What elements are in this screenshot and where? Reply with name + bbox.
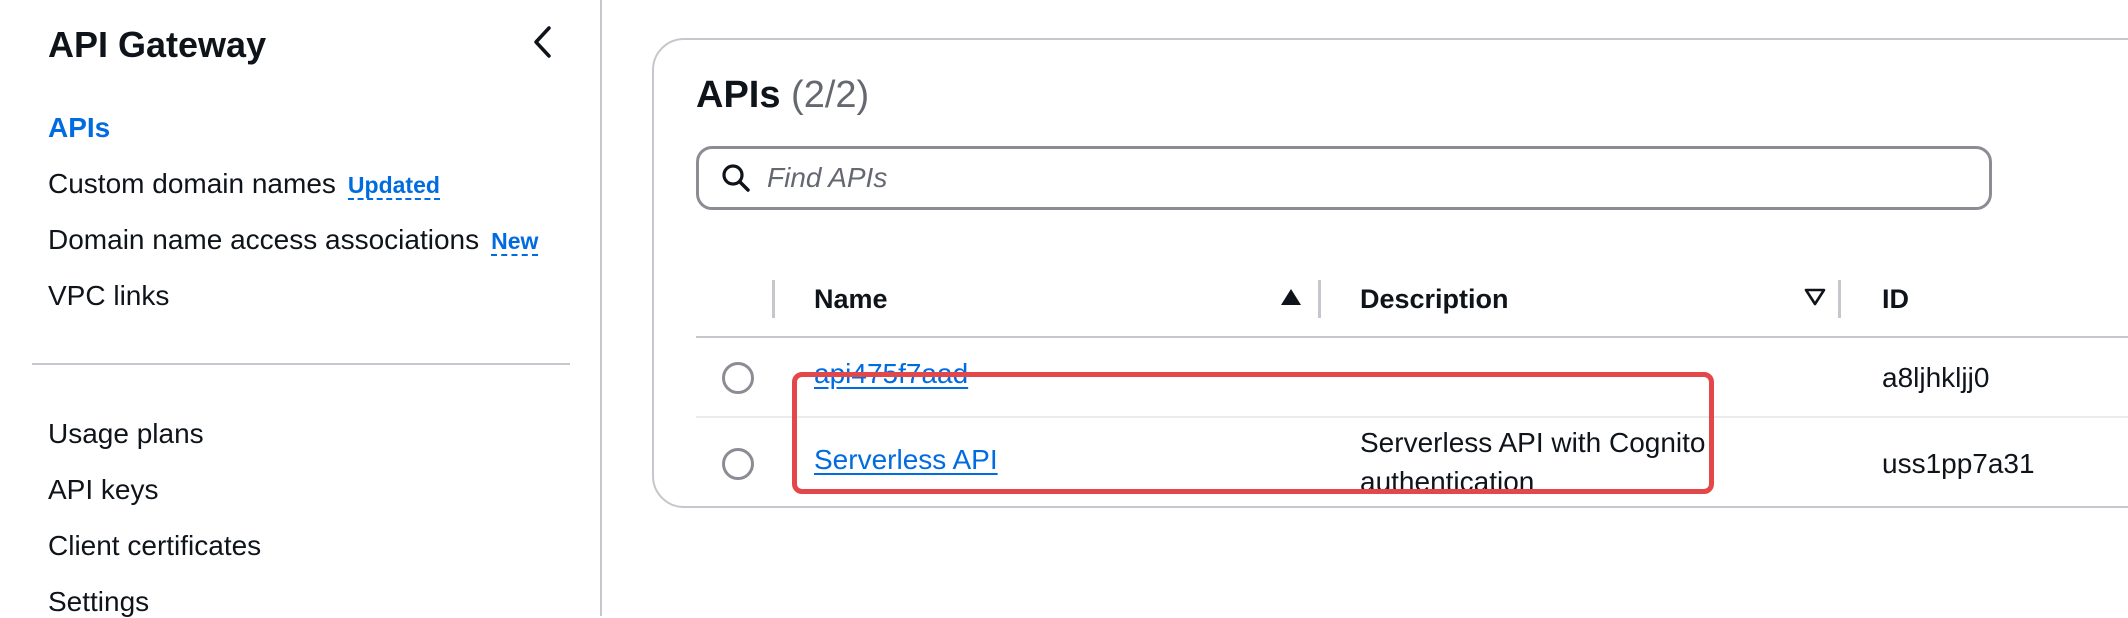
column-resizer-description[interactable] <box>1838 280 1841 318</box>
sort-ascending-icon[interactable] <box>1280 288 1302 306</box>
updated-badge[interactable]: Updated <box>347 172 440 200</box>
sidebar-item-label: Client certificates <box>48 530 262 561</box>
api-id: uss1pp7a31 <box>1882 448 2035 479</box>
column-resizer-name[interactable] <box>1318 280 1321 318</box>
table-row[interactable]: Serverless API Serverless API with Cogni… <box>696 418 2128 508</box>
sidebar: API Gateway APIs Custom domain names Upda… <box>0 0 602 618</box>
api-description: Serverless API with Cognito authenticati… <box>1360 427 1706 497</box>
row-select-radio[interactable] <box>722 448 754 480</box>
sidebar-item-vpc-links[interactable]: VPC links <box>48 280 169 312</box>
sidebar-item-label: API keys <box>48 474 159 505</box>
sidebar-item-label: APIs <box>48 112 111 143</box>
api-id: a8ljhkljj0 <box>1882 362 1990 393</box>
sidebar-item-settings[interactable]: Settings <box>48 586 149 618</box>
collapse-sidebar-button[interactable] <box>524 24 560 60</box>
sidebar-item-api-keys[interactable]: API keys <box>48 474 158 506</box>
sidebar-item-usage-plans[interactable]: Usage plans <box>48 418 204 450</box>
table-header: Name Description ID <box>696 230 2128 338</box>
new-badge[interactable]: New <box>491 228 539 256</box>
search-input[interactable] <box>767 162 1947 194</box>
apis-panel: APIs (2/2) Name Description ID api475f7a… <box>652 38 2128 508</box>
column-header-description[interactable]: Description <box>1360 284 1509 315</box>
sidebar-divider <box>32 363 570 365</box>
column-header-name[interactable]: Name <box>814 284 888 315</box>
search-icon <box>722 164 750 192</box>
column-separator <box>772 280 775 318</box>
api-name-link[interactable]: api475f7aad <box>814 358 968 390</box>
sidebar-item-label: VPC links <box>48 280 170 311</box>
sidebar-item-custom-domain-names[interactable]: Custom domain names Updated <box>48 168 440 200</box>
sidebar-item-client-certificates[interactable]: Client certificates <box>48 530 261 562</box>
column-header-id[interactable]: ID <box>1882 284 1909 315</box>
sidebar-item-domain-name-access-associations[interactable]: Domain name access associations New <box>48 224 539 256</box>
sort-descending-icon[interactable] <box>1804 288 1826 306</box>
api-name-link[interactable]: Serverless API <box>814 444 998 476</box>
sidebar-item-label: Usage plans <box>48 418 204 449</box>
sidebar-item-apis[interactable]: APIs <box>48 112 110 144</box>
sidebar-item-label: Settings <box>48 586 150 617</box>
search-field[interactable] <box>696 146 1992 210</box>
sidebar-item-label: Domain name access associations <box>48 224 480 255</box>
sidebar-title: API Gateway <box>48 24 267 65</box>
row-select-radio[interactable] <box>722 362 754 394</box>
page-title-text: APIs <box>696 74 781 116</box>
api-count: (2/2) <box>791 74 870 116</box>
chevron-left-icon <box>534 26 551 58</box>
sidebar-item-label: Custom domain names <box>48 168 336 199</box>
table-row[interactable]: api475f7aad a8ljhkljj0 <box>696 338 2128 418</box>
page-title: APIs (2/2) <box>696 74 869 117</box>
